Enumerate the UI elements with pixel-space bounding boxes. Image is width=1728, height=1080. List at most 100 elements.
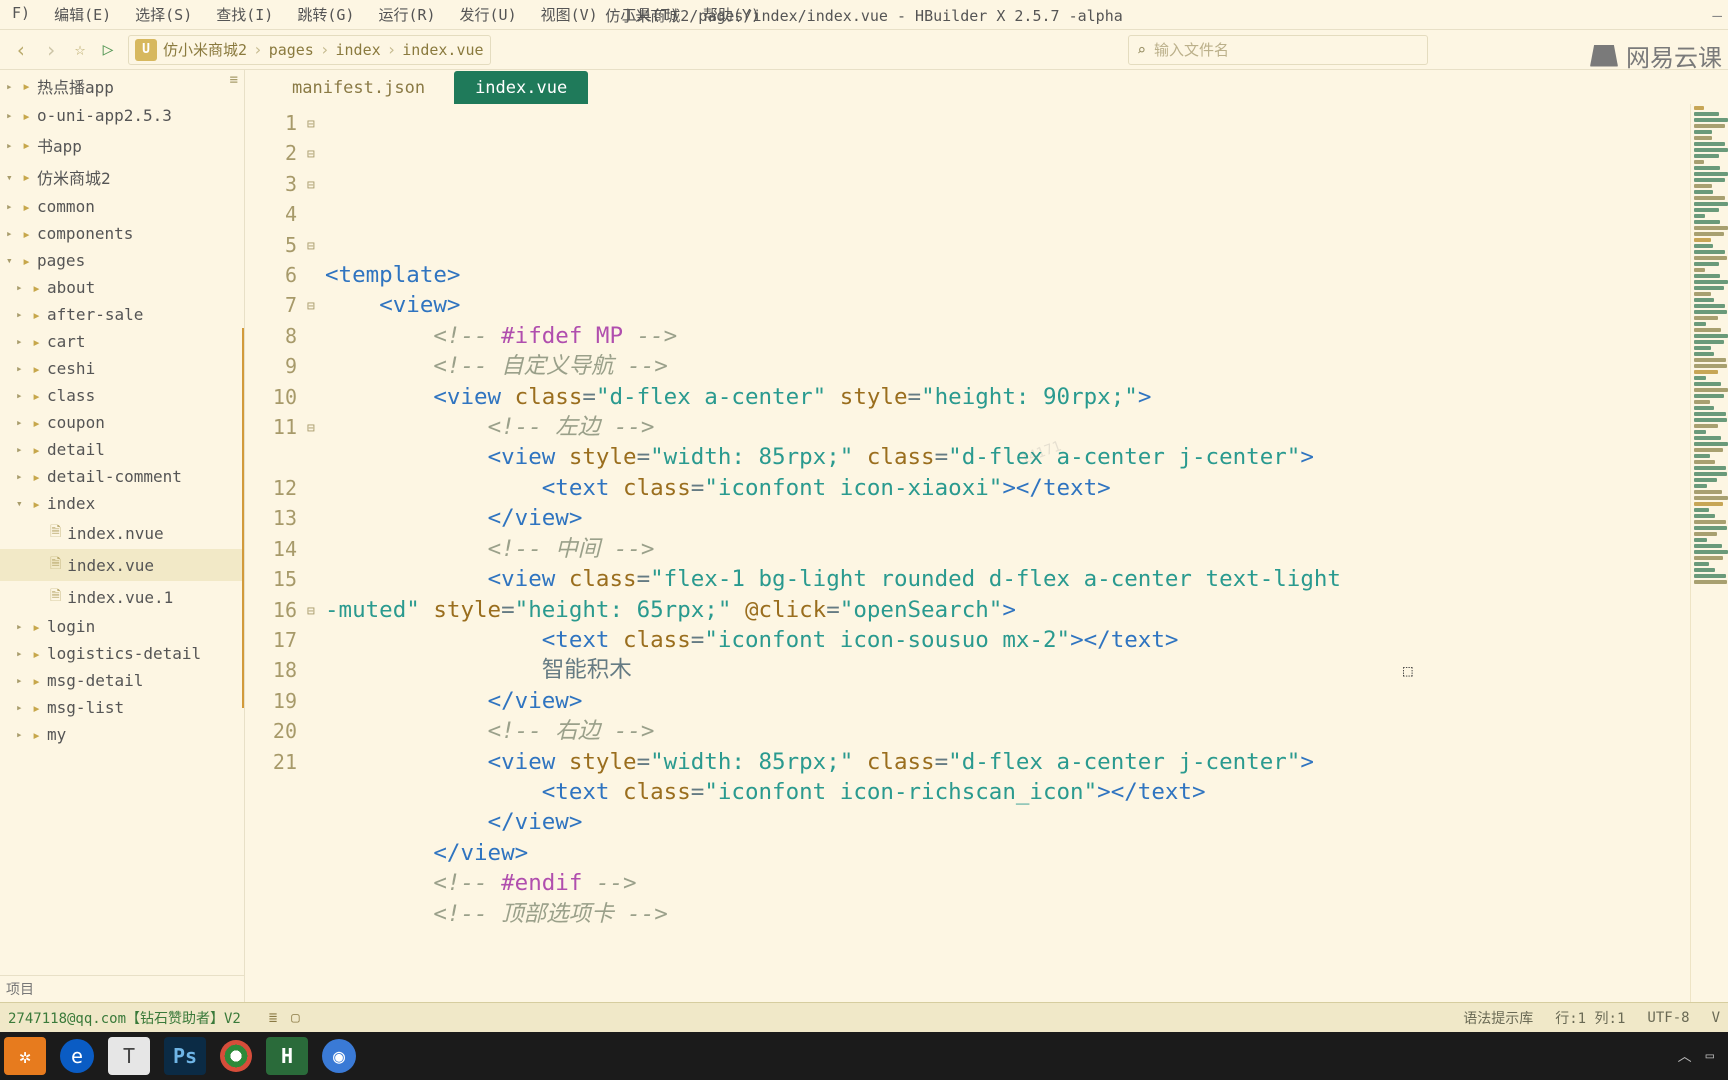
taskbar-app-edge[interactable]: e [60,1039,94,1073]
chevron-icon: ▸ [16,728,26,741]
status-encoding[interactable]: UTF-8 [1647,1010,1689,1026]
tree-item[interactable]: 🗎index.vue.1 [0,581,244,613]
menu-item[interactable]: 查找(I) [204,4,285,25]
minimap-line [1694,574,1726,578]
tree-label: index.nvue [67,524,163,543]
chevron-icon: ▸ [16,701,26,714]
taskbar-app-camera[interactable]: ◉ [322,1039,356,1073]
folder-icon: ▸ [32,645,41,663]
tree-item[interactable]: ▸▸class [0,382,244,409]
status-lang[interactable]: V [1712,1010,1720,1026]
tree-item[interactable]: ▸▸login [0,613,244,640]
tree-item[interactable]: ▸▸msg-detail [0,667,244,694]
sidebar-footer[interactable]: 项目 [0,975,244,1002]
taskbar-app-photoshop[interactable]: Ps [164,1037,206,1075]
minimap-line [1694,550,1728,554]
breadcrumb-item[interactable]: pages [269,41,314,59]
breadcrumb-item[interactable]: index [335,41,380,59]
tree-item[interactable]: ▸▸components [0,220,244,247]
tree-item[interactable]: ▸▸msg-list [0,694,244,721]
code-line: <!-- 右边 --> [325,716,1690,746]
folder-icon: ▸ [22,198,31,216]
minimap-line [1694,220,1720,224]
editor-tab[interactable]: manifest.json [271,71,446,104]
hamburger-icon[interactable]: ≡ [230,72,238,88]
minimap-line [1694,442,1728,446]
tree-item[interactable]: ▸▸cart [0,328,244,355]
tree-label: common [37,197,95,216]
main-area: ≡ ▸▸热点播app▸▸o-uni-app2.5.3▸▸书app▾▸仿米商城2 ▸… [0,70,1728,1002]
tree-item[interactable]: ▸▸after-sale [0,301,244,328]
minimap-line [1694,124,1725,128]
tree-item[interactable]: ▸▸coupon [0,409,244,436]
status-bar: 2747118@qq.com【钻石赞助者】V2 ≣ ▢ 语法提示库 行:1 列:… [0,1002,1728,1032]
code-content[interactable]: 14171 ⬚ <template> <view> <!-- #ifdef MP… [325,104,1690,1002]
tree-item[interactable]: ▸▸o-uni-app2.5.3 [0,102,244,129]
fold-column[interactable]: ⊟⊟⊟ ⊟ ⊟ ⊟ ⊟ [307,104,325,1002]
play-icon[interactable]: ▷ [94,39,122,60]
taskbar-app-chrome[interactable] [220,1040,252,1072]
status-syntax[interactable]: 语法提示库 [1463,1008,1533,1028]
taskbar-app-hbuilder[interactable]: H [266,1037,308,1075]
tree-item[interactable]: ▾▸pages [0,247,244,274]
minimap-line [1694,238,1711,242]
editor-tab[interactable]: index.vue [454,71,588,104]
terminal-icon[interactable]: ▢ [291,1010,299,1026]
code-line: <!-- #endif --> [325,868,1690,898]
tree-label: pages [37,251,85,270]
folder-icon: ▸ [22,107,31,125]
code-line: <view class="d-flex a-center" style="hei… [325,382,1690,412]
file-search[interactable]: ⌕ 输入文件名 [1128,35,1428,65]
tree-item[interactable]: ▾▸index [0,490,244,517]
toolbar: ‹ › ☆ ▷ U 仿小米商城2›pages›index›index.vue ⌕… [0,30,1728,70]
list-icon[interactable]: ≣ [269,1010,277,1026]
forward-button[interactable]: › [36,38,66,62]
tree-item[interactable]: ▸▸my [0,721,244,748]
breadcrumb-item[interactable]: index.vue [402,41,483,59]
code-area[interactable]: 1234567891011 12131415161718192021 ⊟⊟⊟ ⊟… [245,104,1728,1002]
minimap-line [1694,322,1706,326]
tree-item[interactable]: ▾▸仿米商城2 [0,161,244,193]
minimap-line [1694,376,1706,380]
chevron-up-icon[interactable]: ︿ [1678,1046,1692,1066]
menu-item[interactable]: 发行(U) [448,4,529,25]
minimap-line [1694,424,1718,428]
menu-item[interactable]: 视图(V) [529,4,610,25]
tree-item[interactable]: ▸▸common [0,193,244,220]
tree-item[interactable]: ▸▸detail [0,436,244,463]
breadcrumb[interactable]: U 仿小米商城2›pages›index›index.vue [128,35,491,65]
chevron-icon: ▾ [6,171,16,184]
tree-item[interactable]: 🗎index.nvue [0,517,244,549]
minimap-line [1694,508,1709,512]
menu-item[interactable]: 选择(S) [123,4,204,25]
minimize-icon[interactable]: — [1712,6,1722,25]
minimap-line [1694,346,1711,350]
breadcrumb-item[interactable]: 仿小米商城2 [163,41,247,59]
minimap-line [1694,334,1728,338]
brand-text: 网易云课 [1626,38,1722,73]
tree-item[interactable]: ▸▸热点播app [0,70,244,102]
minimap-line [1694,250,1725,254]
menu-item[interactable]: 编辑(E) [42,4,123,25]
minimap[interactable] [1690,104,1728,1002]
star-icon[interactable]: ☆ [66,39,94,60]
tree-label: ceshi [47,359,95,378]
code-line: <view style="width: 85rpx;" class="d-fle… [325,747,1690,777]
tree-item[interactable]: 🗎index.vue [0,549,244,581]
tree-item[interactable]: ▸▸ceshi [0,355,244,382]
tree-item[interactable]: ▸▸about [0,274,244,301]
minimap-line [1694,184,1712,188]
taskbar-app-sublime[interactable]: ✲ [4,1037,46,1075]
tree-item[interactable]: ▸▸detail-comment [0,463,244,490]
tree-item[interactable]: ▸▸logistics-detail [0,640,244,667]
tray-icon[interactable]: ▭ [1706,1048,1714,1064]
taskbar-app-notepad[interactable]: T [108,1037,150,1075]
back-button[interactable]: ‹ [6,38,36,62]
folder-icon: ▸ [32,387,41,405]
menu-item[interactable]: F) [0,4,42,25]
chevron-icon: ▸ [16,620,26,633]
tree-item[interactable]: ▸▸书app [0,129,244,161]
menu-item[interactable]: 运行(R) [366,4,447,25]
taskbar-tray[interactable]: ︿ ▭ [1678,1046,1728,1066]
menu-item[interactable]: 跳转(G) [285,4,366,25]
